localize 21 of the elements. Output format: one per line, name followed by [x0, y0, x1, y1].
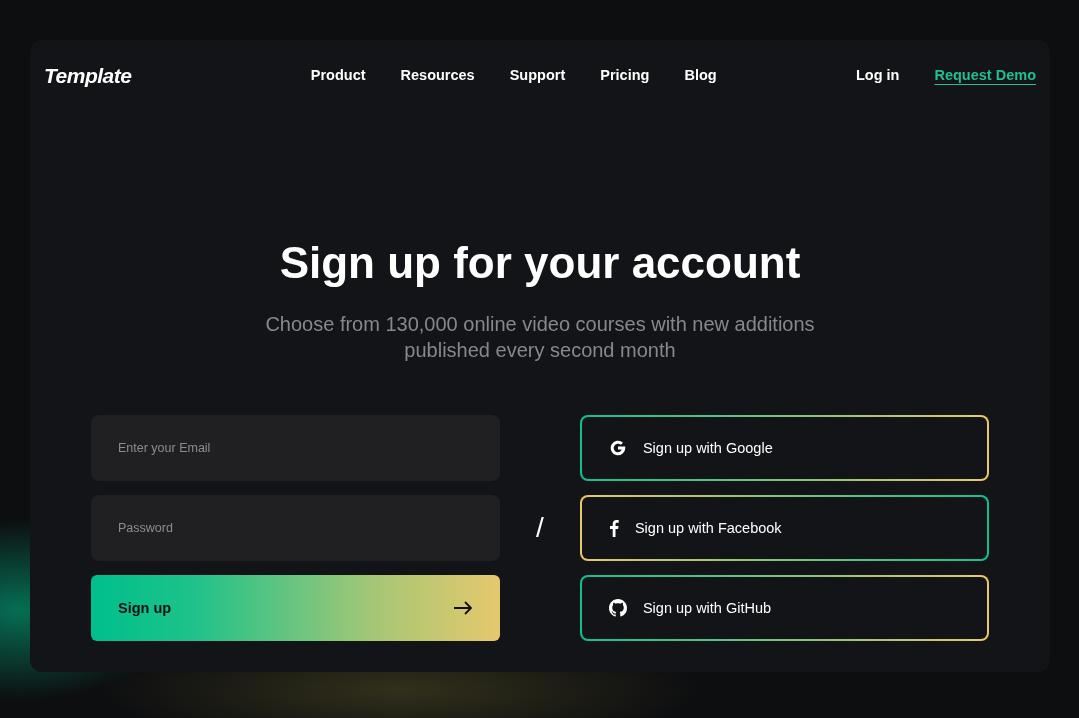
- nav-link[interactable]: Pricing: [600, 65, 650, 87]
- password-field[interactable]: Password: [91, 495, 501, 562]
- logo[interactable]: Template: [44, 60, 132, 92]
- nav-link[interactable]: Resources: [400, 65, 475, 87]
- sign-up-google-button[interactable]: Sign up with Google: [579, 415, 989, 482]
- nav-link[interactable]: Blog: [684, 65, 717, 87]
- request-demo-link[interactable]: Request Demo: [934, 65, 1036, 87]
- subtitle: Choose from 130,000 online video courses with new additions published every second month: [264, 312, 816, 364]
- divider-slash: /: [535, 511, 545, 546]
- nav-link[interactable]: Product: [310, 65, 366, 87]
- sign-up-facebook-button[interactable]: Sign up with Facebook: [579, 495, 989, 562]
- page-title: Sign up for your account: [278, 239, 802, 288]
- sign-up-github-button[interactable]: Sign up with GitHub: [579, 575, 989, 642]
- google-icon: [608, 439, 627, 458]
- sign-up-button[interactable]: Sign up: [91, 575, 501, 642]
- email-field[interactable]: Enter your Email: [91, 415, 501, 482]
- github-icon: [608, 599, 627, 618]
- facebook-icon: [608, 519, 619, 538]
- arrow-right-icon: [453, 601, 474, 616]
- nav-link[interactable]: Support: [509, 65, 566, 87]
- login-link[interactable]: Log in: [855, 65, 900, 87]
